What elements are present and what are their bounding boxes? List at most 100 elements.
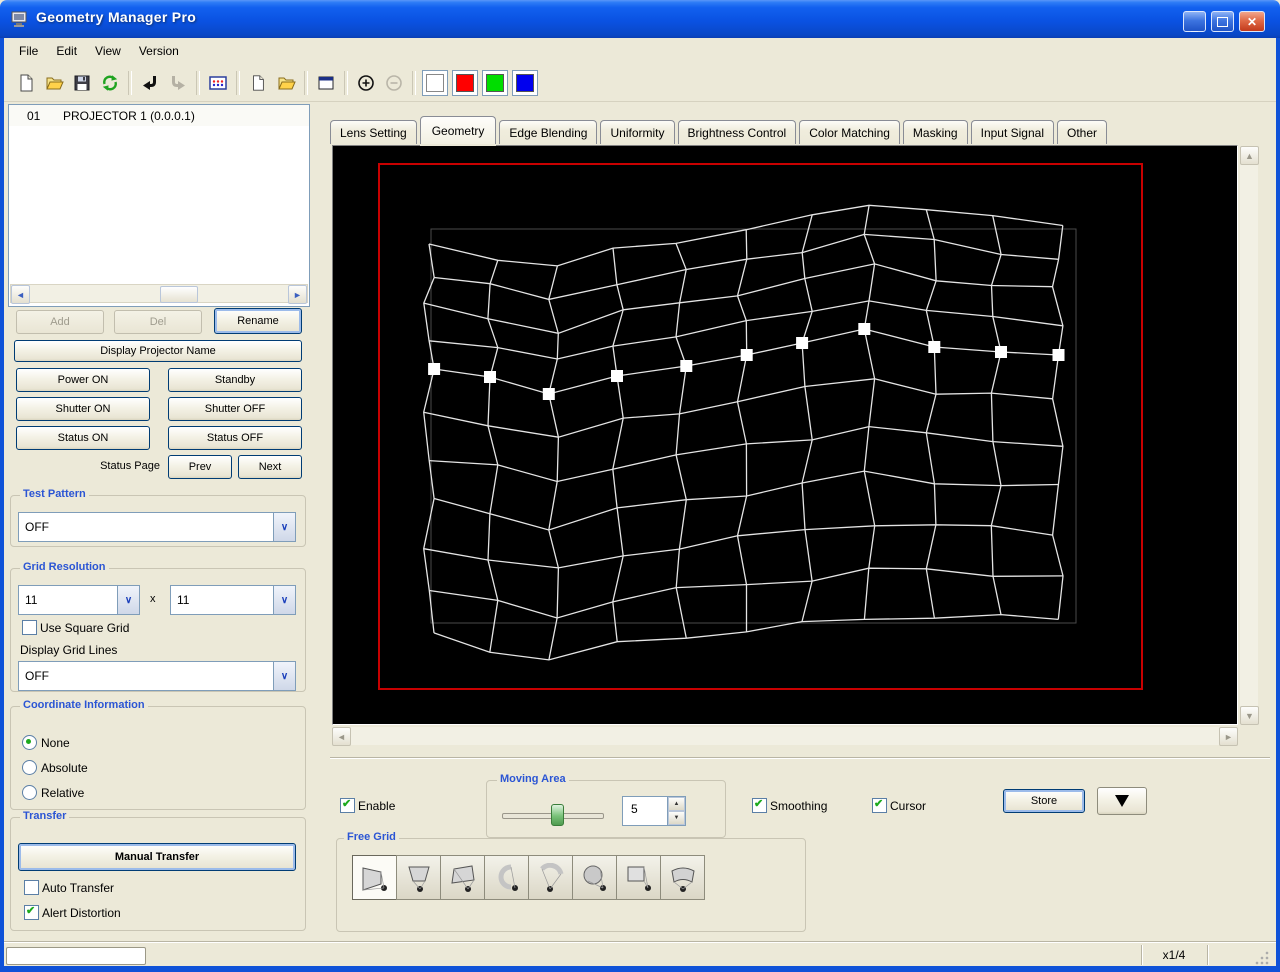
chevron-down-icon[interactable]: ∨ bbox=[117, 586, 139, 614]
open-folder-icon[interactable] bbox=[273, 70, 299, 96]
radio-relative[interactable] bbox=[22, 785, 37, 800]
scroll-left-icon[interactable]: ◄ bbox=[11, 285, 30, 304]
radio-none[interactable] bbox=[22, 735, 37, 750]
tab-color-matching[interactable]: Color Matching bbox=[799, 120, 900, 144]
flat-screen-angled-button[interactable] bbox=[352, 855, 397, 900]
enable-checkbox[interactable] bbox=[340, 797, 355, 813]
flat-screen-tilted-button[interactable] bbox=[396, 855, 441, 900]
tab-other[interactable]: Other bbox=[1057, 120, 1108, 144]
grid-resolution-h-select[interactable]: 11 ∨ bbox=[18, 585, 140, 615]
alert-distortion-checkbox[interactable] bbox=[24, 904, 39, 920]
projector-list-hscrollbar[interactable]: ◄ ► bbox=[10, 284, 308, 304]
grid-handle[interactable] bbox=[680, 360, 693, 372]
tab-geometry[interactable]: Geometry bbox=[419, 116, 497, 144]
grid-handle[interactable] bbox=[740, 349, 753, 361]
screen-leaning-back-button[interactable] bbox=[440, 855, 485, 900]
grid-handle[interactable] bbox=[484, 371, 496, 383]
green-swatch[interactable] bbox=[482, 69, 508, 96]
menu-edit[interactable]: Edit bbox=[47, 40, 86, 62]
tab-brightness-control[interactable]: Brightness Control bbox=[677, 120, 797, 144]
curved-screen-open-button[interactable] bbox=[528, 855, 573, 900]
close-button[interactable]: ✕ bbox=[1239, 11, 1265, 32]
display-grid-lines-select[interactable]: OFF ∨ bbox=[18, 661, 296, 691]
menu-file[interactable]: File bbox=[10, 40, 47, 62]
scroll-left-icon[interactable]: ◄ bbox=[332, 727, 351, 746]
shutter-off-button[interactable]: Shutter OFF bbox=[168, 397, 302, 421]
transfer-down-right-icon[interactable] bbox=[165, 70, 191, 96]
test-pattern-select[interactable]: OFF ∨ bbox=[18, 512, 296, 542]
new-document-icon[interactable] bbox=[245, 70, 271, 96]
new-file-icon[interactable] bbox=[13, 70, 39, 96]
grid-handle[interactable] bbox=[796, 337, 809, 349]
scroll-down-icon[interactable]: ▼ bbox=[1240, 706, 1259, 725]
grid-handle[interactable] bbox=[858, 323, 871, 335]
projector-list-item[interactable]: 01 PROJECTOR 1 (0.0.0.1) bbox=[9, 105, 309, 126]
use-square-grid-checkbox[interactable] bbox=[22, 620, 37, 635]
resize-grip[interactable] bbox=[1254, 950, 1270, 966]
grid-handle[interactable] bbox=[611, 370, 623, 382]
window-frame-icon[interactable] bbox=[313, 70, 339, 96]
store-button[interactable]: Store bbox=[1003, 789, 1085, 813]
tab-masking[interactable]: Masking bbox=[902, 120, 968, 144]
grid-handle[interactable] bbox=[928, 341, 941, 353]
power-on-button[interactable]: Power ON bbox=[16, 368, 150, 392]
status-off-button[interactable]: Status OFF bbox=[168, 426, 302, 450]
rear-projection-screen-button[interactable] bbox=[616, 855, 661, 900]
white-swatch[interactable] bbox=[422, 69, 448, 96]
curved-screen-horizontal-button[interactable] bbox=[660, 855, 705, 900]
open-file-icon[interactable] bbox=[41, 70, 67, 96]
display-projector-name-button[interactable]: Display Projector Name bbox=[14, 340, 302, 362]
projector-list[interactable]: 01 PROJECTOR 1 (0.0.0.1) bbox=[8, 104, 310, 307]
chevron-down-icon[interactable]: ∨ bbox=[273, 586, 295, 614]
tab-input-signal[interactable]: Input Signal bbox=[970, 120, 1054, 144]
canvas-hscrollbar[interactable]: ◄ ► bbox=[332, 727, 1238, 746]
scroll-right-icon[interactable]: ► bbox=[288, 285, 307, 304]
shutter-on-button[interactable]: Shutter ON bbox=[16, 397, 150, 421]
radio-absolute[interactable] bbox=[22, 760, 37, 775]
cursor-checkbox[interactable] bbox=[872, 797, 887, 813]
scroll-right-icon[interactable]: ► bbox=[1219, 727, 1238, 746]
scroll-up-icon[interactable]: ▲ bbox=[1240, 146, 1259, 165]
store-dropdown-button[interactable] bbox=[1097, 787, 1147, 815]
grid-handle[interactable] bbox=[428, 363, 441, 375]
spin-up-icon[interactable]: ▲ bbox=[668, 797, 685, 811]
grid-resolution-v-select[interactable]: 11 ∨ bbox=[170, 585, 296, 615]
smoothing-checkbox[interactable] bbox=[752, 797, 767, 813]
zoom-in-icon[interactable] bbox=[353, 70, 379, 96]
add-button[interactable]: Add bbox=[16, 310, 104, 334]
auto-transfer-checkbox[interactable] bbox=[24, 880, 39, 895]
chevron-down-icon[interactable]: ∨ bbox=[273, 513, 295, 541]
blue-swatch[interactable] bbox=[512, 69, 538, 96]
spin-down-icon[interactable]: ▼ bbox=[668, 811, 685, 825]
save-file-icon[interactable] bbox=[69, 70, 95, 96]
red-swatch[interactable] bbox=[452, 69, 478, 96]
tab-uniformity[interactable]: Uniformity bbox=[600, 120, 675, 144]
tab-edge-blending[interactable]: Edge Blending bbox=[499, 120, 598, 144]
maximize-button[interactable] bbox=[1211, 11, 1234, 32]
chevron-down-icon[interactable]: ∨ bbox=[273, 662, 295, 690]
moving-area-spinner[interactable]: 5 ▲ ▼ bbox=[622, 796, 686, 826]
menu-view[interactable]: View bbox=[86, 40, 130, 62]
standby-button[interactable]: Standby bbox=[168, 368, 302, 392]
grid-handle[interactable] bbox=[995, 346, 1007, 358]
curved-screen-concave-button[interactable] bbox=[484, 855, 529, 900]
grid-handle[interactable] bbox=[542, 388, 555, 400]
manual-transfer-button[interactable]: Manual Transfer bbox=[18, 843, 296, 871]
slider-thumb[interactable] bbox=[551, 804, 564, 826]
menu-version[interactable]: Version bbox=[130, 40, 188, 62]
canvas-vscrollbar[interactable]: ▲ ▼ bbox=[1240, 146, 1259, 725]
del-button[interactable]: Del bbox=[114, 310, 202, 334]
status-page-next-button[interactable]: Next bbox=[238, 455, 302, 479]
transfer-down-left-icon[interactable] bbox=[137, 70, 163, 96]
rename-button[interactable]: Rename bbox=[214, 308, 302, 334]
geometry-canvas[interactable] bbox=[332, 145, 1238, 725]
minimize-button[interactable]: _ bbox=[1183, 11, 1206, 33]
refresh-icon[interactable] bbox=[97, 70, 123, 96]
dome-screen-button[interactable] bbox=[572, 855, 617, 900]
grid-handle[interactable] bbox=[1052, 349, 1065, 361]
display-id-screen-icon[interactable] bbox=[205, 70, 231, 96]
scrollbar-thumb[interactable] bbox=[160, 286, 198, 303]
tab-lens-setting[interactable]: Lens Setting bbox=[330, 120, 417, 144]
status-page-prev-button[interactable]: Prev bbox=[168, 455, 232, 479]
status-on-button[interactable]: Status ON bbox=[16, 426, 150, 450]
